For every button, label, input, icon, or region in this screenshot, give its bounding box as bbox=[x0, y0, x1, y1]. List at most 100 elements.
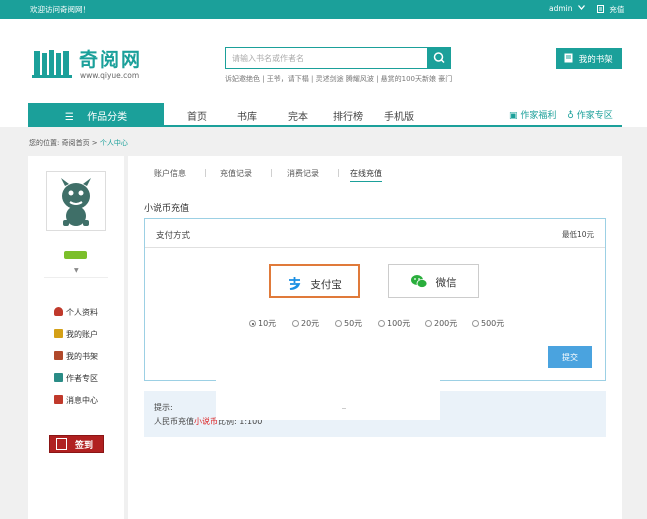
sidebar-item-label: 我的账户 bbox=[66, 330, 98, 339]
tab-separator: | bbox=[204, 168, 207, 177]
user-menu[interactable]: admin bbox=[549, 4, 585, 13]
popup-divider bbox=[342, 408, 346, 409]
sidebar-item-profile[interactable]: 个人资料 bbox=[54, 307, 98, 318]
nav-home[interactable]: 首页 bbox=[187, 108, 207, 123]
caret-down-icon[interactable]: ▼ bbox=[74, 267, 79, 274]
calendar-icon bbox=[56, 438, 67, 450]
sidebar-item-author[interactable]: 作者专区 bbox=[54, 373, 98, 384]
menu-icon: ☰ bbox=[64, 112, 74, 123]
sign-in-button[interactable]: 签到 bbox=[49, 435, 104, 453]
amount-label: 20元 bbox=[301, 319, 320, 328]
amount-label: 200元 bbox=[434, 319, 458, 328]
amount-option-10[interactable]: 10元 bbox=[249, 318, 276, 329]
category-menu-button[interactable]: ☰ 作品分类 bbox=[28, 103, 164, 126]
amount-label: 10元 bbox=[258, 319, 277, 328]
user-sidebar: ▼ 个人资料 我的账户 我的书架 作者专区 消息中心 签到 bbox=[28, 156, 124, 519]
sidebar-item-label: 消息中心 bbox=[66, 396, 98, 405]
logo-text[interactable]: 奇阅网 bbox=[79, 45, 142, 72]
tips-currency: 小说币 bbox=[194, 417, 218, 426]
wechat-label: 微信 bbox=[435, 277, 457, 289]
amount-option-20[interactable]: 20元 bbox=[292, 318, 319, 329]
search-button[interactable] bbox=[428, 47, 451, 69]
search-icon bbox=[433, 52, 445, 64]
sign-label: 签到 bbox=[75, 441, 94, 451]
amount-option-100[interactable]: 100元 bbox=[378, 318, 410, 329]
tab-consumption-records[interactable]: 消费记录 bbox=[287, 168, 319, 179]
tab-account-info[interactable]: 账户信息 bbox=[154, 168, 186, 179]
breadcrumb-prefix[interactable]: 您的位置: 奇阅首页 > bbox=[29, 139, 98, 147]
sidebar-item-label: 我的书架 bbox=[66, 352, 98, 361]
book-icon bbox=[564, 53, 573, 63]
tab-separator: | bbox=[270, 168, 273, 177]
radio-icon bbox=[425, 320, 432, 327]
popup-overlay bbox=[216, 338, 440, 420]
radio-icon bbox=[472, 320, 479, 327]
breadcrumb: 您的位置: 奇阅首页 > 个人中心 bbox=[29, 138, 128, 148]
top-bar: 欢迎访问奇阅网！ admin 充值 bbox=[0, 0, 647, 19]
wechat-icon bbox=[411, 275, 428, 288]
my-bookshelf-button[interactable]: 我的书架 bbox=[556, 48, 622, 69]
nav-mobile[interactable]: 手机版 bbox=[384, 108, 414, 123]
avatar[interactable] bbox=[46, 171, 106, 231]
writer-zone-link[interactable]: 作家专区 bbox=[577, 111, 613, 121]
radio-icon bbox=[378, 320, 385, 327]
radio-icon bbox=[335, 320, 342, 327]
category-label: 作品分类 bbox=[87, 112, 128, 123]
recharge-icon bbox=[597, 5, 604, 13]
sidebar-divider bbox=[44, 277, 108, 278]
alipay-option[interactable]: 支付宝 bbox=[269, 264, 360, 298]
tab-recharge-records[interactable]: 充值记录 bbox=[220, 168, 252, 179]
sidebar-item-account[interactable]: 我的账户 bbox=[54, 329, 98, 340]
tab-separator: | bbox=[337, 168, 340, 177]
amount-label: 100元 bbox=[387, 319, 411, 328]
tips-title: 提示: bbox=[154, 403, 173, 412]
amount-label: 50元 bbox=[344, 319, 363, 328]
person-icon bbox=[54, 307, 63, 316]
gift-icon: ▣ bbox=[509, 111, 518, 121]
minimum-amount: 最低10元 bbox=[561, 230, 594, 239]
alipay-label: 支付宝 bbox=[310, 279, 342, 291]
username: admin bbox=[549, 4, 573, 13]
account-icon bbox=[54, 329, 63, 338]
submit-button[interactable]: 提交 bbox=[548, 346, 592, 368]
writer-links: ▣ 作家福利 ♁ 作家专区 bbox=[509, 108, 613, 121]
section-title: 小说币充值 bbox=[144, 204, 190, 214]
radio-icon bbox=[292, 320, 299, 327]
nav-completed[interactable]: 完本 bbox=[288, 108, 308, 123]
alipay-icon bbox=[289, 277, 301, 290]
amount-option-200[interactable]: 200元 bbox=[425, 318, 457, 329]
logo-book-icon[interactable] bbox=[32, 47, 76, 79]
tab-online-recharge[interactable]: 在线充值 bbox=[350, 168, 382, 182]
author-icon bbox=[54, 373, 63, 382]
tips-prefix: 人民币充值 bbox=[154, 417, 194, 426]
sidebar-item-bookshelf[interactable]: 我的书架 bbox=[54, 351, 98, 362]
nav-ranking[interactable]: 排行榜 bbox=[333, 108, 363, 123]
writer-welfare-link[interactable]: 作家福利 bbox=[520, 111, 556, 121]
payment-method-label: 支付方式 bbox=[156, 231, 191, 241]
hot-search-links[interactable]: 诉妃邀绝色 | 王爷，请下榻 | 灵述剑途 腾耀风波 | 悬赏的100天新娘 豪… bbox=[225, 74, 452, 84]
users-icon: ♁ bbox=[567, 111, 574, 121]
sidebar-item-label: 作者专区 bbox=[66, 374, 98, 383]
breadcrumb-current: 个人中心 bbox=[99, 139, 128, 147]
amount-option-50[interactable]: 50元 bbox=[335, 318, 362, 329]
wechat-option[interactable]: 微信 bbox=[388, 264, 479, 298]
bookshelf-icon bbox=[54, 351, 63, 360]
sidebar-item-label: 个人资料 bbox=[66, 308, 98, 317]
search-input[interactable]: 请输入书名或作者名 bbox=[225, 47, 428, 69]
level-badge bbox=[64, 251, 87, 259]
amount-option-500[interactable]: 500元 bbox=[472, 318, 504, 329]
logo-url: www.qiyue.com bbox=[80, 71, 140, 80]
message-icon bbox=[54, 395, 63, 404]
radio-icon bbox=[249, 320, 256, 327]
header: 奇阅网 www.qiyue.com 请输入书名或作者名 诉妃邀绝色 | 王爷，请… bbox=[0, 19, 647, 127]
welcome-text: 欢迎访问奇阅网！ bbox=[30, 5, 90, 14]
recharge-link[interactable]: 充值 bbox=[597, 4, 624, 15]
nav-divider bbox=[28, 125, 622, 127]
chevron-down-icon bbox=[577, 5, 585, 10]
nav-library[interactable]: 书库 bbox=[237, 108, 257, 123]
shelf-label: 我的书架 bbox=[578, 55, 613, 65]
recharge-label: 充值 bbox=[609, 5, 625, 14]
sidebar-item-messages[interactable]: 消息中心 bbox=[54, 395, 98, 406]
payment-header: 支付方式 最低10元 bbox=[145, 219, 605, 248]
amount-label: 500元 bbox=[481, 319, 505, 328]
